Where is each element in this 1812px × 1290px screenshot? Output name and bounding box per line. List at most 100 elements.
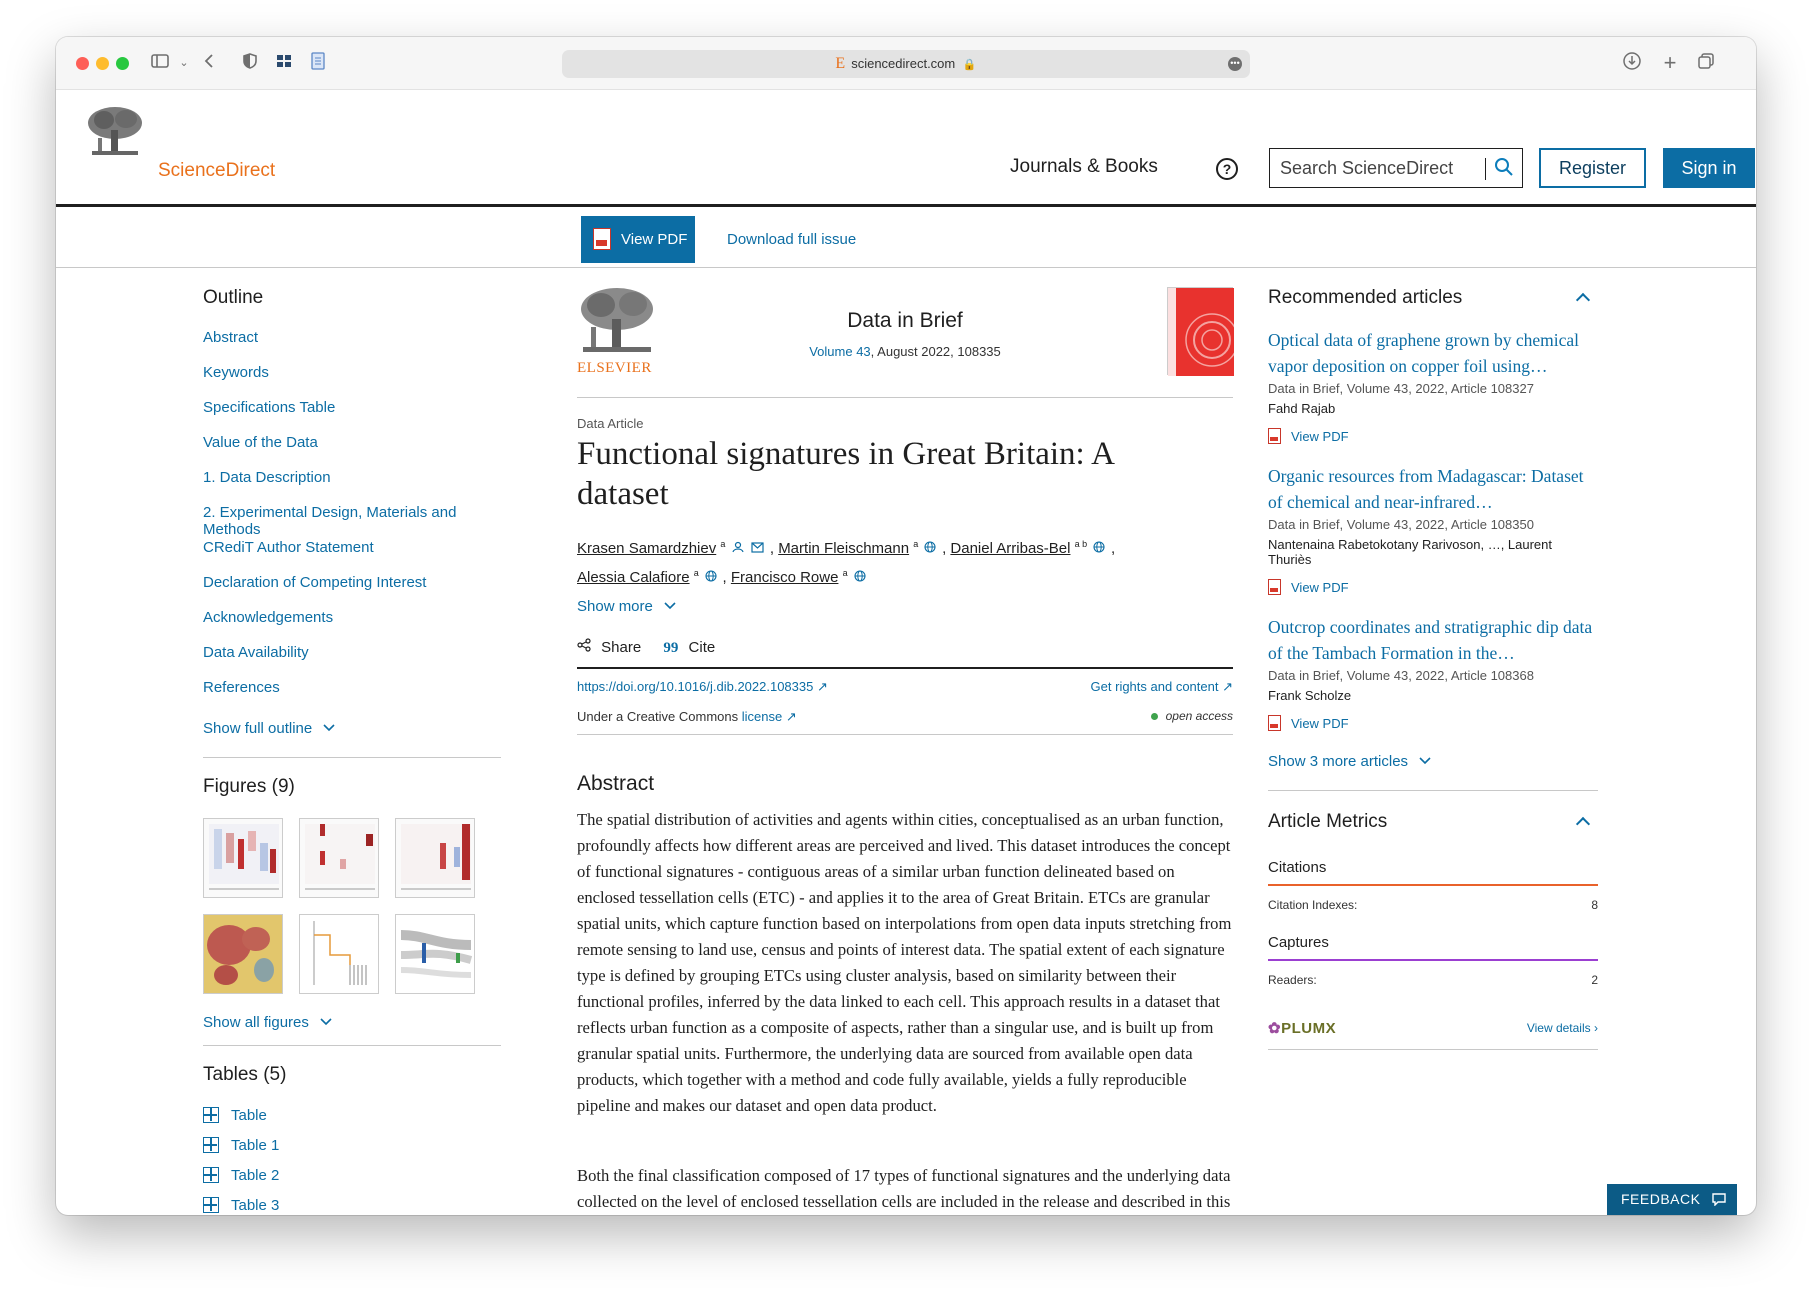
zoom-window-button[interactable] bbox=[116, 57, 129, 70]
figure-thumbnail[interactable] bbox=[395, 818, 475, 898]
search-input[interactable]: Search ScienceDirect bbox=[1269, 148, 1523, 188]
outline-item-abstract[interactable]: Abstract bbox=[203, 329, 501, 364]
outline-item-experimental-design[interactable]: 2. Experimental Design, Materials and Me… bbox=[203, 504, 501, 539]
outline-item-references[interactable]: References bbox=[203, 679, 501, 714]
author-name[interactable]: Daniel Arribas-Bel bbox=[950, 540, 1070, 557]
plumx-logo[interactable]: ✿PLUMX bbox=[1268, 1019, 1336, 1037]
feedback-button[interactable]: FEEDBACK bbox=[1607, 1184, 1737, 1215]
abstract-paragraph: The spatial distribution of activities a… bbox=[577, 810, 1232, 1115]
help-icon[interactable]: ? bbox=[1216, 158, 1238, 180]
view-details-link[interactable]: View details › bbox=[1527, 1021, 1598, 1035]
author-affiliation: a bbox=[720, 539, 726, 549]
site-favicon: E bbox=[835, 55, 846, 72]
volume-date: , August 2022, 108335 bbox=[870, 344, 1001, 359]
view-details-label: View details bbox=[1526, 1021, 1591, 1035]
recommended-view-pdf[interactable]: View PDF bbox=[1268, 579, 1598, 595]
open-access-badge: open access bbox=[1150, 709, 1233, 723]
pdf-icon bbox=[593, 228, 611, 250]
journals-books-link[interactable]: Journals & Books bbox=[1010, 156, 1158, 178]
sign-in-button[interactable]: Sign in bbox=[1663, 148, 1755, 188]
address-bar[interactable]: Esciencedirect.com 🔒 ••• bbox=[562, 50, 1250, 78]
outline-item-acknowledgements[interactable]: Acknowledgements bbox=[203, 609, 501, 644]
sciencedirect-logo[interactable]: ScienceDirect bbox=[158, 160, 275, 182]
globe-icon[interactable] bbox=[854, 570, 866, 585]
search-icon[interactable] bbox=[1494, 157, 1514, 183]
author-name[interactable]: Francisco Rowe bbox=[731, 569, 839, 586]
person-icon[interactable] bbox=[732, 541, 748, 556]
show-all-figures-button[interactable]: Show all figures bbox=[203, 1014, 501, 1031]
show-more-authors-button[interactable]: Show more bbox=[577, 598, 677, 615]
recommended-article-title[interactable]: Optical data of graphene grown by chemic… bbox=[1268, 327, 1598, 379]
author-name[interactable]: Krasen Samardzhiev bbox=[577, 540, 716, 557]
elsevier-tree-logo[interactable] bbox=[86, 106, 144, 158]
outline-item-value[interactable]: Value of the Data bbox=[203, 434, 501, 469]
metrics-header[interactable]: Article Metrics bbox=[1268, 811, 1598, 859]
recommended-article-title[interactable]: Organic resources from Madagascar: Datas… bbox=[1268, 463, 1598, 515]
figure-thumbnail[interactable] bbox=[299, 818, 379, 898]
author-name[interactable]: Alessia Calafiore bbox=[577, 569, 690, 586]
table-link[interactable]: Table 2 bbox=[203, 1160, 501, 1190]
figure-thumbnail[interactable] bbox=[395, 914, 475, 994]
outline-item-data-availability[interactable]: Data Availability bbox=[203, 644, 501, 679]
outline-item-specifications[interactable]: Specifications Table bbox=[203, 399, 501, 434]
outline-item-data-description[interactable]: 1. Data Description bbox=[203, 469, 501, 504]
external-link-icon: ↗ bbox=[816, 679, 828, 694]
envelope-icon[interactable] bbox=[751, 541, 768, 556]
journal-cover[interactable] bbox=[1167, 287, 1239, 376]
outline-item-keywords[interactable]: Keywords bbox=[203, 364, 501, 399]
doi-link[interactable]: https://doi.org/10.1016/j.dib.2022.10833… bbox=[577, 679, 828, 695]
more-options-icon[interactable]: ••• bbox=[1228, 57, 1242, 71]
recommended-article: Optical data of graphene grown by chemic… bbox=[1268, 327, 1598, 444]
new-tab-icon[interactable]: + bbox=[1658, 51, 1682, 75]
recommended-view-pdf[interactable]: View PDF bbox=[1268, 428, 1598, 444]
table-icon bbox=[203, 1107, 219, 1123]
figure-thumbnail[interactable] bbox=[203, 818, 283, 898]
table-link[interactable]: Table bbox=[203, 1100, 501, 1130]
rights-link[interactable]: Get rights and content ↗ bbox=[1091, 679, 1233, 695]
quote-icon: 99 bbox=[663, 640, 679, 656]
author-affiliation: a b bbox=[1074, 539, 1088, 549]
figure-thumbnail[interactable] bbox=[299, 914, 379, 994]
download-full-issue-link[interactable]: Download full issue bbox=[727, 231, 856, 248]
divider bbox=[1268, 790, 1598, 791]
sidebar-toggle-icon[interactable] bbox=[148, 51, 172, 75]
back-icon[interactable] bbox=[198, 51, 222, 75]
recommended-header[interactable]: Recommended articles bbox=[1268, 287, 1598, 327]
view-pdf-label: View PDF bbox=[1291, 428, 1349, 444]
close-window-button[interactable] bbox=[76, 57, 89, 70]
globe-icon[interactable] bbox=[705, 570, 721, 585]
author-name[interactable]: Martin Fleischmann bbox=[778, 540, 909, 557]
cite-button[interactable]: 99 Cite bbox=[663, 639, 733, 656]
outline-item-competing-interest[interactable]: Declaration of Competing Interest bbox=[203, 574, 501, 609]
open-access-label: open access bbox=[1165, 709, 1233, 723]
recommended-view-pdf[interactable]: View PDF bbox=[1268, 715, 1598, 731]
figure-thumbnail[interactable] bbox=[203, 914, 283, 994]
chevron-down-icon[interactable]: ⌄ bbox=[172, 51, 196, 75]
shield-icon[interactable] bbox=[238, 51, 262, 75]
globe-icon[interactable] bbox=[1093, 541, 1109, 556]
view-pdf-button[interactable]: View PDF bbox=[581, 216, 695, 263]
tab-overview-icon[interactable] bbox=[1694, 51, 1718, 75]
recommended-article-title[interactable]: Outcrop coordinates and stratigraphic di… bbox=[1268, 614, 1598, 666]
author-affiliation: a bbox=[913, 539, 919, 549]
table-link-label: Table 1 bbox=[231, 1136, 280, 1154]
show-full-outline-label: Show full outline bbox=[203, 720, 313, 737]
journal-title[interactable]: Data in Brief bbox=[577, 309, 1233, 333]
outline-item-credit[interactable]: CRediT Author Statement bbox=[203, 539, 501, 574]
share-button[interactable]: Share bbox=[577, 638, 645, 656]
reader-icon[interactable] bbox=[306, 51, 330, 75]
table-link[interactable]: Table 3 bbox=[203, 1190, 501, 1215]
volume-link[interactable]: Volume 43 bbox=[809, 344, 870, 359]
extension-icon[interactable] bbox=[272, 51, 296, 75]
register-button[interactable]: Register bbox=[1539, 148, 1646, 188]
show-all-figures-label: Show all figures bbox=[203, 1014, 309, 1031]
show-full-outline-button[interactable]: Show full outline bbox=[203, 720, 501, 737]
abstract-heading: Abstract bbox=[577, 772, 655, 795]
globe-icon[interactable] bbox=[924, 541, 940, 556]
table-icon bbox=[203, 1137, 219, 1153]
minimize-window-button[interactable] bbox=[96, 57, 109, 70]
license-link[interactable]: license ↗ bbox=[742, 709, 797, 724]
table-link[interactable]: Table 1 bbox=[203, 1130, 501, 1160]
show-more-articles-button[interactable]: Show 3 more articles bbox=[1268, 753, 1598, 770]
download-icon[interactable] bbox=[1620, 51, 1644, 75]
